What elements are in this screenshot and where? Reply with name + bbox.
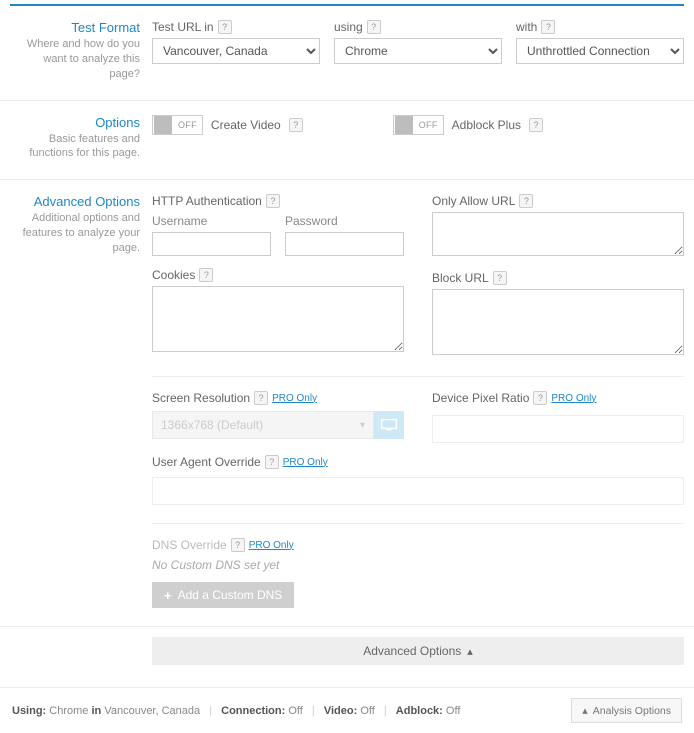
footer: Using: Chrome in Vancouver, Canada | Con…: [0, 687, 694, 733]
help-icon[interactable]: ?: [289, 118, 303, 132]
screen-res-select: 1366x768 (Default)▾: [152, 411, 374, 439]
pro-link[interactable]: PRO Only: [551, 393, 596, 404]
ua-override-input[interactable]: [152, 477, 684, 505]
pro-link[interactable]: PRO Only: [283, 457, 328, 468]
pro-link[interactable]: PRO Only: [249, 540, 294, 551]
test-url-select[interactable]: Vancouver, Canada: [152, 38, 320, 64]
create-video-toggle[interactable]: OFF: [152, 115, 203, 135]
advanced-section: Advanced Options Additional options and …: [0, 180, 694, 627]
help-icon[interactable]: ?: [266, 194, 280, 208]
only-allow-label: Only Allow URL: [432, 194, 515, 208]
help-icon[interactable]: ?: [199, 268, 213, 282]
only-allow-textarea[interactable]: [432, 212, 684, 256]
help-icon[interactable]: ?: [367, 20, 381, 34]
advanced-desc: Additional options and features to analy…: [10, 211, 140, 256]
options-title: Options: [10, 115, 140, 130]
pro-link[interactable]: PRO Only: [272, 393, 317, 404]
screen-icon[interactable]: [374, 411, 404, 439]
test-format-desc: Where and how do you want to analyze thi…: [10, 37, 140, 82]
help-icon[interactable]: ?: [529, 118, 543, 132]
help-icon[interactable]: ?: [493, 271, 507, 285]
dns-note: No Custom DNS set yet: [152, 558, 684, 572]
test-format-title: Test Format: [10, 20, 140, 35]
test-url-label: Test URL in: [152, 20, 214, 34]
connection-select[interactable]: Unthrottled Connection: [516, 38, 684, 64]
help-icon[interactable]: ?: [218, 20, 232, 34]
block-url-label: Block URL: [432, 271, 489, 285]
help-icon[interactable]: ?: [254, 391, 268, 405]
ua-override-label: User Agent Override: [152, 455, 261, 469]
test-format-section: Test Format Where and how do you want to…: [0, 6, 694, 101]
with-label: with: [516, 20, 537, 34]
help-icon[interactable]: ?: [231, 538, 245, 552]
analysis-options-button[interactable]: ▴Analysis Options: [571, 698, 682, 723]
dns-override-label: DNS Override: [152, 538, 227, 552]
advanced-collapse-bar[interactable]: Advanced Options▴: [152, 637, 684, 665]
browser-select[interactable]: Chrome: [334, 38, 502, 64]
help-icon[interactable]: ?: [265, 455, 279, 469]
password-input[interactable]: [285, 232, 404, 256]
help-icon[interactable]: ?: [533, 391, 547, 405]
chevron-up-icon: ▴: [467, 645, 473, 658]
create-video-label: Create Video: [211, 118, 281, 132]
device-pixel-label: Device Pixel Ratio: [432, 391, 529, 405]
cookies-textarea[interactable]: [152, 286, 404, 352]
username-label: Username: [152, 214, 271, 228]
add-dns-button[interactable]: +Add a Custom DNS: [152, 582, 294, 608]
options-desc: Basic features and functions for this pa…: [10, 132, 140, 162]
adblock-toggle[interactable]: OFF: [393, 115, 444, 135]
options-section: Options Basic features and functions for…: [0, 101, 694, 181]
chevron-up-icon: ▴: [582, 704, 588, 717]
screen-res-label: Screen Resolution: [152, 391, 250, 405]
chevron-down-icon: ▾: [360, 420, 365, 431]
plus-icon: +: [164, 589, 172, 602]
help-icon[interactable]: ?: [541, 20, 555, 34]
help-icon[interactable]: ?: [519, 194, 533, 208]
advanced-title: Advanced Options: [10, 194, 140, 209]
adblock-label: Adblock Plus: [452, 118, 521, 132]
http-auth-label: HTTP Authentication: [152, 194, 262, 208]
using-label: using: [334, 20, 363, 34]
username-input[interactable]: [152, 232, 271, 256]
block-url-textarea[interactable]: [432, 289, 684, 355]
footer-summary: Using: Chrome in Vancouver, Canada | Con…: [12, 705, 460, 717]
cookies-label: Cookies: [152, 268, 195, 282]
device-pixel-input[interactable]: [432, 415, 684, 443]
password-label: Password: [285, 214, 404, 228]
